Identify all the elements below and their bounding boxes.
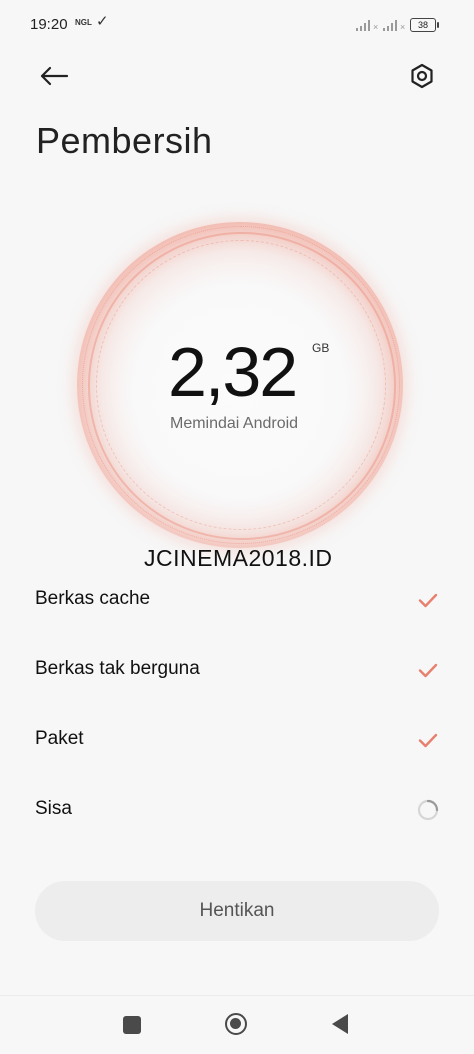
battery-icon: 38 [410,18,439,32]
status-time: 19:20 [30,16,68,33]
task-label: Berkas cache [35,588,151,609]
hexagon-settings-icon [411,63,433,89]
check-icon [418,663,438,678]
watermark-text: JCINEMA2018.ID [144,545,333,571]
check-icon [418,733,438,748]
scan-size-value: 2,32 [168,333,298,411]
task-row-junk: Berkas tak berguna [0,642,474,698]
task-label: Sisa [35,798,72,819]
status-mini-label: NGL [75,18,92,27]
task-row-cache: Berkas cache [0,572,474,628]
check-icon [418,593,438,608]
scan-size-unit: GB [312,341,330,355]
task-label: Berkas tak berguna [35,658,200,679]
back-button[interactable] [36,58,72,94]
task-row-packages: Paket [0,712,474,768]
stop-button[interactable]: Hentikan [35,881,439,941]
settings-button[interactable] [404,58,440,94]
navigation-bar [0,995,474,1054]
task-label: Paket [35,728,84,749]
task-row-residual: Sisa [0,782,474,838]
arrow-left-icon [40,66,69,86]
scan-status-label: Memindai Android [170,415,299,432]
page-title: Pembersih [36,120,213,161]
recent-apps-button[interactable] [123,1016,141,1034]
back-nav-button[interactable] [332,1014,348,1034]
check-icon: ✓ [96,13,109,30]
loading-spinner-icon [417,799,439,821]
home-button[interactable] [225,1013,247,1035]
signal-icon-2: × [383,19,405,32]
signal-icon: × [356,19,378,32]
status-bar: 19:20 NGL ✓ × × 38 [0,0,474,52]
